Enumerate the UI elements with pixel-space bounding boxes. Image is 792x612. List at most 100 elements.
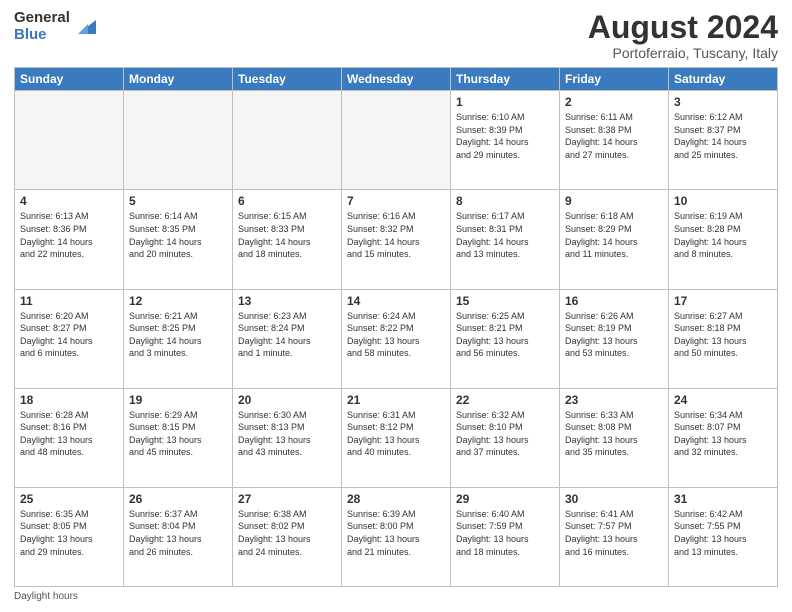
day-cell: 17 Sunrise: 6:27 AM Sunset: 8:18 PM Dayli…: [669, 289, 778, 388]
day-number: 5: [129, 194, 227, 208]
day-cell: 3Sunrise: 6:12 AM Sunset: 8:37 PM Daylig…: [669, 91, 778, 190]
week-row-4: 25 Sunrise: 6:35 AM Sunset: 8:05 PM Dayli…: [15, 487, 778, 586]
day-cell: 25 Sunrise: 6:35 AM Sunset: 8:05 PM Dayli…: [15, 487, 124, 586]
day-number: 6: [238, 194, 336, 208]
week-row-0: 1 Sunrise: 6:10 AM Sunset: 8:39 PM Daylig…: [15, 91, 778, 190]
day-cell: 16 Sunrise: 6:26 AM Sunset: 8:19 PM Dayli…: [560, 289, 669, 388]
day-info: Sunrise: 6:14 AM Sunset: 8:35 PM Dayligh…: [129, 210, 227, 260]
day-cell: 24 Sunrise: 6:34 AM Sunset: 8:07 PM Dayli…: [669, 388, 778, 487]
month-title: August 2024: [588, 10, 778, 45]
day-info: Sunrise: 6:30 AM Sunset: 8:13 PM Dayligh…: [238, 409, 336, 459]
calendar-table: SundayMondayTuesdayWednesdayThursdayFrid…: [14, 67, 778, 587]
day-info: Sunrise: 6:27 AM Sunset: 8:18 PM Dayligh…: [674, 310, 772, 360]
day-cell: 15 Sunrise: 6:25 AM Sunset: 8:21 PM Dayli…: [451, 289, 560, 388]
day-number: 8: [456, 194, 554, 208]
day-number: 2: [565, 95, 663, 109]
day-cell: 20Sunrise: 6:30 AM Sunset: 8:13 PM Dayli…: [233, 388, 342, 487]
week-row-3: 18Sunrise: 6:28 AM Sunset: 8:16 PM Dayli…: [15, 388, 778, 487]
logo-icon: [74, 16, 96, 38]
footer-note: Daylight hours: [14, 591, 778, 602]
week-row-2: 11 Sunrise: 6:20 AM Sunset: 8:27 PM Dayli…: [15, 289, 778, 388]
day-number: 12: [129, 294, 227, 308]
day-cell: 1 Sunrise: 6:10 AM Sunset: 8:39 PM Daylig…: [451, 91, 560, 190]
header: General Blue August 2024 Portoferraio, T…: [14, 10, 778, 61]
day-number: 14: [347, 294, 445, 308]
day-info: Sunrise: 6:28 AM Sunset: 8:16 PM Dayligh…: [20, 409, 118, 459]
day-info: Sunrise: 6:19 AM Sunset: 8:28 PM Dayligh…: [674, 210, 772, 260]
day-number: 24: [674, 393, 772, 407]
day-cell: 11 Sunrise: 6:20 AM Sunset: 8:27 PM Dayli…: [15, 289, 124, 388]
day-number: 1: [456, 95, 554, 109]
day-info: Sunrise: 6:33 AM Sunset: 8:08 PM Dayligh…: [565, 409, 663, 459]
col-header-saturday: Saturday: [669, 68, 778, 91]
day-info: Sunrise: 6:17 AM Sunset: 8:31 PM Dayligh…: [456, 210, 554, 260]
logo-general: General: [14, 10, 70, 27]
day-number: 15: [456, 294, 554, 308]
day-cell: 14 Sunrise: 6:24 AM Sunset: 8:22 PM Dayli…: [342, 289, 451, 388]
day-cell: [233, 91, 342, 190]
week-row-1: 4 Sunrise: 6:13 AM Sunset: 8:36 PM Daylig…: [15, 190, 778, 289]
day-cell: 2 Sunrise: 6:11 AM Sunset: 8:38 PM Daylig…: [560, 91, 669, 190]
day-cell: 10 Sunrise: 6:19 AM Sunset: 8:28 PM Dayli…: [669, 190, 778, 289]
day-number: 28: [347, 492, 445, 506]
day-number: 22: [456, 393, 554, 407]
day-number: 25: [20, 492, 118, 506]
day-cell: [124, 91, 233, 190]
day-number: 26: [129, 492, 227, 506]
day-info: Sunrise: 6:20 AM Sunset: 8:27 PM Dayligh…: [20, 310, 118, 360]
day-cell: 28Sunrise: 6:39 AM Sunset: 8:00 PM Dayli…: [342, 487, 451, 586]
day-info: Sunrise: 6:40 AM Sunset: 7:59 PM Dayligh…: [456, 508, 554, 558]
col-header-monday: Monday: [124, 68, 233, 91]
col-header-wednesday: Wednesday: [342, 68, 451, 91]
day-cell: 13Sunrise: 6:23 AM Sunset: 8:24 PM Dayli…: [233, 289, 342, 388]
day-cell: 19 Sunrise: 6:29 AM Sunset: 8:15 PM Dayli…: [124, 388, 233, 487]
day-number: 13: [238, 294, 336, 308]
day-number: 21: [347, 393, 445, 407]
col-header-tuesday: Tuesday: [233, 68, 342, 91]
day-info: Sunrise: 6:11 AM Sunset: 8:38 PM Dayligh…: [565, 111, 663, 161]
day-info: Sunrise: 6:25 AM Sunset: 8:21 PM Dayligh…: [456, 310, 554, 360]
day-number: 10: [674, 194, 772, 208]
day-number: 19: [129, 393, 227, 407]
col-header-thursday: Thursday: [451, 68, 560, 91]
day-info: Sunrise: 6:35 AM Sunset: 8:05 PM Dayligh…: [20, 508, 118, 558]
page: General Blue August 2024 Portoferraio, T…: [0, 0, 792, 612]
day-cell: 21 Sunrise: 6:31 AM Sunset: 8:12 PM Dayli…: [342, 388, 451, 487]
day-cell: 31Sunrise: 6:42 AM Sunset: 7:55 PM Dayli…: [669, 487, 778, 586]
day-number: 30: [565, 492, 663, 506]
day-info: Sunrise: 6:13 AM Sunset: 8:36 PM Dayligh…: [20, 210, 118, 260]
day-cell: 30Sunrise: 6:41 AM Sunset: 7:57 PM Dayli…: [560, 487, 669, 586]
col-header-friday: Friday: [560, 68, 669, 91]
logo-blue: Blue: [14, 27, 70, 44]
day-info: Sunrise: 6:34 AM Sunset: 8:07 PM Dayligh…: [674, 409, 772, 459]
day-number: 11: [20, 294, 118, 308]
day-cell: 18Sunrise: 6:28 AM Sunset: 8:16 PM Dayli…: [15, 388, 124, 487]
title-block: August 2024 Portoferraio, Tuscany, Italy: [588, 10, 778, 61]
day-cell: 23Sunrise: 6:33 AM Sunset: 8:08 PM Dayli…: [560, 388, 669, 487]
day-info: Sunrise: 6:31 AM Sunset: 8:12 PM Dayligh…: [347, 409, 445, 459]
header-row: SundayMondayTuesdayWednesdayThursdayFrid…: [15, 68, 778, 91]
day-info: Sunrise: 6:26 AM Sunset: 8:19 PM Dayligh…: [565, 310, 663, 360]
day-number: 4: [20, 194, 118, 208]
day-cell: 6 Sunrise: 6:15 AM Sunset: 8:33 PM Daylig…: [233, 190, 342, 289]
day-cell: 27Sunrise: 6:38 AM Sunset: 8:02 PM Dayli…: [233, 487, 342, 586]
day-info: Sunrise: 6:10 AM Sunset: 8:39 PM Dayligh…: [456, 111, 554, 161]
day-info: Sunrise: 6:42 AM Sunset: 7:55 PM Dayligh…: [674, 508, 772, 558]
day-number: 17: [674, 294, 772, 308]
day-info: Sunrise: 6:15 AM Sunset: 8:33 PM Dayligh…: [238, 210, 336, 260]
day-cell: 8 Sunrise: 6:17 AM Sunset: 8:31 PM Daylig…: [451, 190, 560, 289]
day-cell: 5 Sunrise: 6:14 AM Sunset: 8:35 PM Daylig…: [124, 190, 233, 289]
location-subtitle: Portoferraio, Tuscany, Italy: [588, 45, 778, 61]
day-cell: 26Sunrise: 6:37 AM Sunset: 8:04 PM Dayli…: [124, 487, 233, 586]
day-cell: 9Sunrise: 6:18 AM Sunset: 8:29 PM Daylig…: [560, 190, 669, 289]
day-info: Sunrise: 6:29 AM Sunset: 8:15 PM Dayligh…: [129, 409, 227, 459]
day-number: 9: [565, 194, 663, 208]
col-header-sunday: Sunday: [15, 68, 124, 91]
day-cell: 4 Sunrise: 6:13 AM Sunset: 8:36 PM Daylig…: [15, 190, 124, 289]
day-number: 3: [674, 95, 772, 109]
day-info: Sunrise: 6:38 AM Sunset: 8:02 PM Dayligh…: [238, 508, 336, 558]
day-number: 16: [565, 294, 663, 308]
day-info: Sunrise: 6:24 AM Sunset: 8:22 PM Dayligh…: [347, 310, 445, 360]
day-cell: 12Sunrise: 6:21 AM Sunset: 8:25 PM Dayli…: [124, 289, 233, 388]
logo: General Blue: [14, 10, 96, 43]
